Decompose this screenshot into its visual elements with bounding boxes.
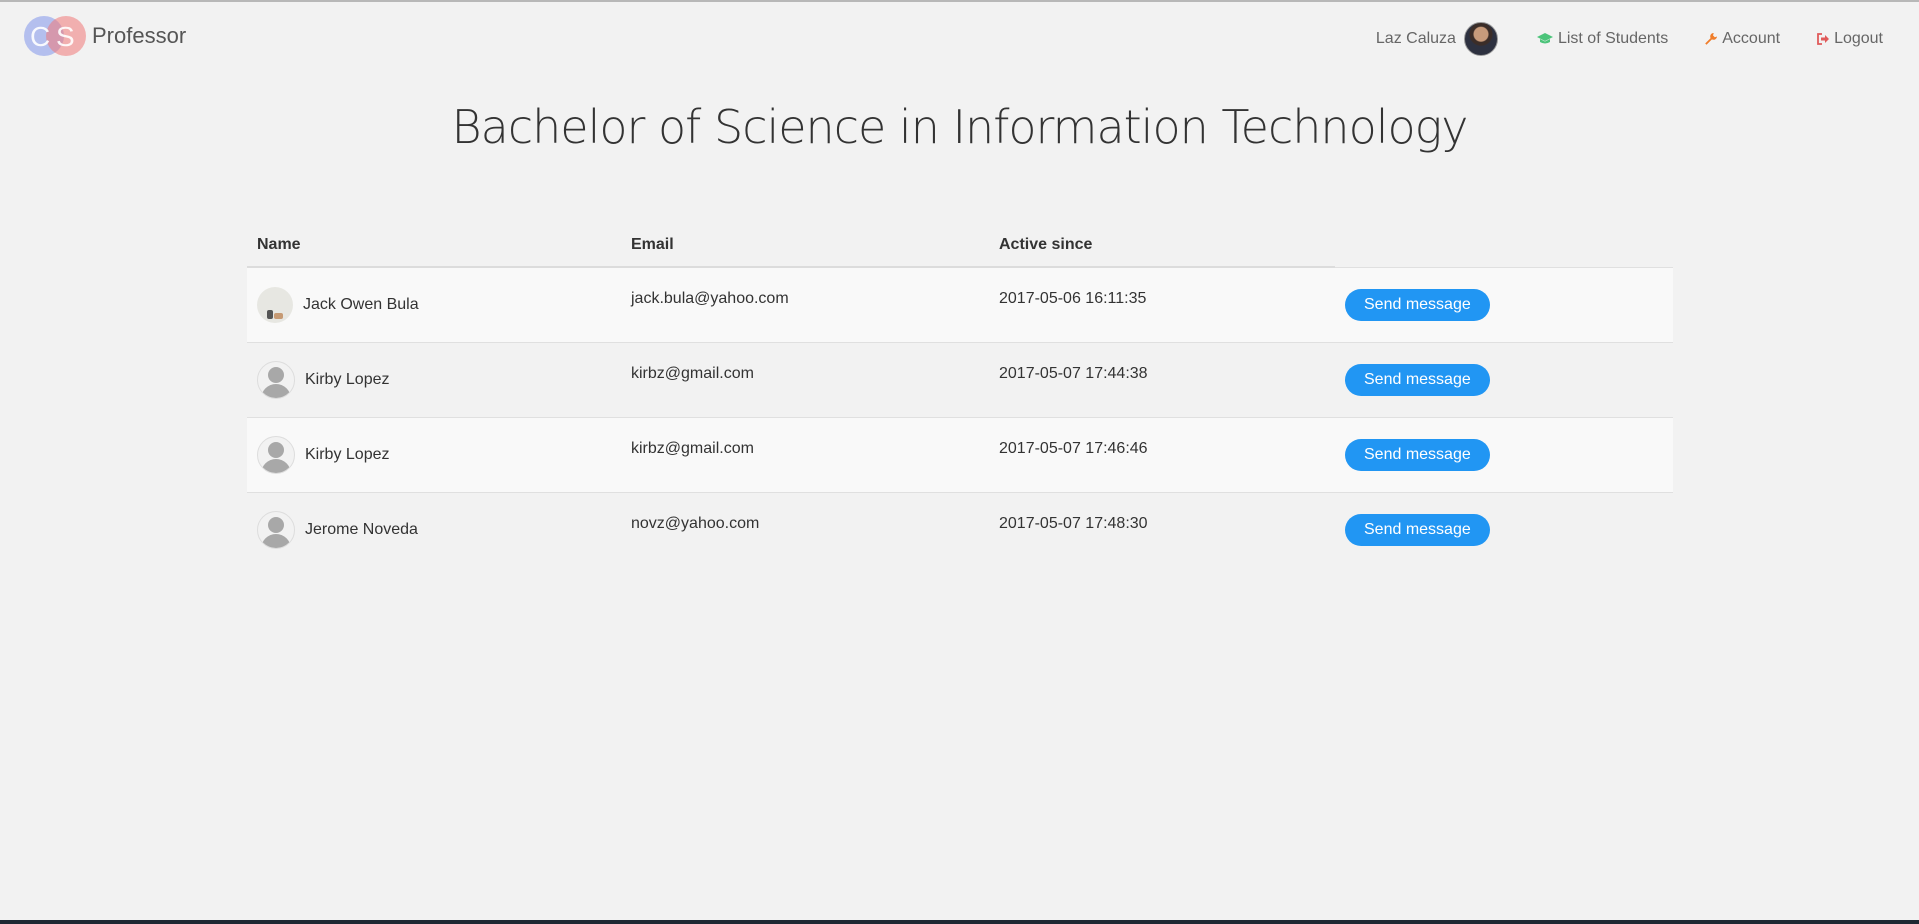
default-avatar-icon (257, 511, 295, 549)
student-name: Kirby Lopez (305, 371, 390, 388)
nav-link-label: List of Students (1557, 30, 1669, 47)
nav-link-label: Logout (1834, 30, 1883, 47)
brand[interactable]: C S Professor (24, 14, 186, 58)
nav-link-account[interactable]: Account (1704, 30, 1780, 48)
table-row: Jack Owen Bula jack.bula@yahoo.com 2017-… (247, 266, 1673, 343)
table-header: Name Email Active since (247, 224, 1673, 268)
column-header-name: Name (247, 224, 621, 268)
column-header-active-since: Active since (989, 224, 1335, 268)
student-avatar (257, 287, 293, 323)
student-name-cell: Kirby Lopez (257, 361, 611, 399)
column-header-email: Email (621, 224, 989, 268)
table-row: Kirby Lopez kirbz@gmail.com 2017-05-07 1… (247, 417, 1673, 493)
students-table: Name Email Active since Jack Owen Bula j… (247, 224, 1673, 567)
table-row: Kirby Lopez kirbz@gmail.com 2017-05-07 1… (247, 342, 1673, 418)
default-avatar-icon (257, 361, 295, 399)
student-name: Jerome Noveda (305, 521, 418, 538)
nav-right: Laz Caluza List of Students Account Logo… (1376, 22, 1883, 56)
navbar: C S Professor Laz Caluza List of Student… (0, 2, 1919, 70)
taskbar-strip (0, 920, 1919, 924)
user-name[interactable]: Laz Caluza (1376, 30, 1456, 48)
logo-letter-c: C (30, 21, 51, 52)
student-email: novz@yahoo.com (631, 515, 760, 532)
student-name-cell: Jerome Noveda (257, 511, 611, 549)
student-name: Kirby Lopez (305, 446, 390, 463)
page-title: Bachelor of Science in Information Techn… (451, 100, 1469, 154)
brand-name: Professor (92, 23, 187, 48)
student-email: jack.bula@yahoo.com (631, 290, 789, 307)
student-email: kirbz@gmail.com (631, 365, 754, 382)
table-body: Jack Owen Bula jack.bula@yahoo.com 2017-… (247, 266, 1673, 567)
student-name-cell: Kirby Lopez (257, 436, 611, 474)
graduation-cap-icon (1536, 32, 1554, 46)
nav-link-list-of-students[interactable]: List of Students (1536, 30, 1668, 48)
student-name-cell: Jack Owen Bula (257, 287, 611, 323)
send-message-button[interactable]: Send message (1345, 364, 1490, 396)
student-active-since: 2017-05-06 16:11:35 (999, 290, 1147, 307)
wrench-icon (1704, 32, 1718, 46)
logo-letter-s: S (56, 21, 75, 52)
user-avatar[interactable] (1463, 22, 1498, 56)
table-row: Jerome Noveda novz@yahoo.com 2017-05-07 … (247, 492, 1673, 567)
page: C S Professor Laz Caluza List of Student… (0, 0, 1919, 924)
sign-out-icon (1816, 32, 1830, 46)
send-message-button[interactable]: Send message (1345, 514, 1490, 546)
student-name: Jack Owen Bula (303, 296, 419, 313)
student-active-since: 2017-05-07 17:48:30 (999, 515, 1148, 532)
student-active-since: 2017-05-07 17:44:38 (999, 365, 1148, 382)
logo: C S (24, 14, 88, 58)
column-header-action (1335, 224, 1673, 267)
students-table-wrapper: Name Email Active since Jack Owen Bula j… (247, 224, 1673, 567)
student-email: kirbz@gmail.com (631, 440, 754, 457)
nav-link-label: Account (1722, 30, 1781, 47)
nav-link-logout[interactable]: Logout (1816, 30, 1883, 48)
send-message-button[interactable]: Send message (1345, 439, 1490, 471)
student-active-since: 2017-05-07 17:46:46 (999, 440, 1148, 457)
send-message-button[interactable]: Send message (1345, 288, 1490, 321)
default-avatar-icon (257, 436, 295, 474)
